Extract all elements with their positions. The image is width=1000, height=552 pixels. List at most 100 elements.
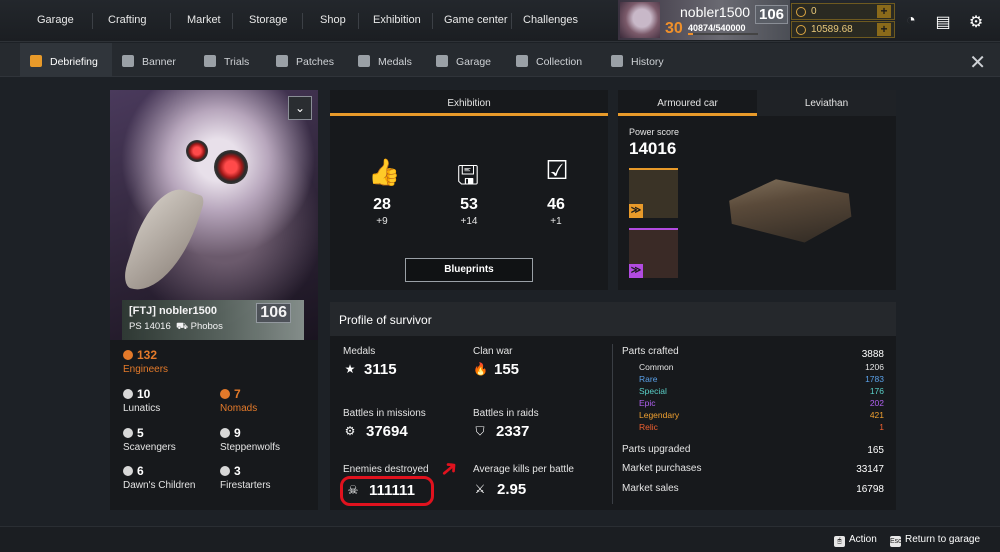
faction-label: Scavengers (123, 442, 176, 453)
rarity-row: Epic 202 (639, 398, 884, 408)
nav-storage[interactable]: Storage (249, 14, 288, 26)
tab-label: Garage (456, 56, 492, 68)
power-score-value: 14016 (629, 139, 677, 158)
credit-icon (796, 25, 806, 35)
stat-delta: +9 (376, 216, 388, 227)
row-value: 165 (867, 445, 884, 456)
banner-name: [FTJ] nobler1500 (129, 305, 218, 317)
annotation-highlight (340, 476, 434, 506)
add-credits-button[interactable]: + (877, 23, 891, 36)
rarity-row: Common 1206 (639, 362, 884, 372)
row-value: 3888 (861, 349, 884, 360)
parts-upgraded-row: Parts upgraded 165 (622, 444, 884, 456)
medals-label: Medals (343, 346, 376, 357)
rarity-value: 421 (869, 410, 884, 420)
return-to-garage-button[interactable]: Esc Return to garage (890, 534, 980, 547)
bottom-bar: 🖱 Action Esc Return to garage (0, 526, 1000, 552)
patch-icon (276, 55, 288, 67)
row-label: Market purchases (622, 463, 702, 474)
nav-market[interactable]: Market (187, 14, 221, 26)
avatar (620, 2, 660, 38)
goggle (214, 150, 248, 184)
banner-level: 106 (256, 303, 291, 323)
blueprints-button[interactable]: Blueprints (405, 258, 533, 282)
rarity-label: Legendary (639, 410, 680, 420)
market-purchases-row: Market purchases 33147 (622, 463, 884, 475)
faction-value: 9 (234, 426, 241, 440)
goggle (186, 140, 208, 162)
steppenwolfs-icon (220, 428, 230, 438)
faction-value: 6 (137, 464, 144, 478)
tab-garage[interactable]: Garage (436, 43, 491, 77)
part-slot[interactable]: ≫ (629, 168, 678, 218)
scavengers-icon (123, 428, 133, 438)
rarity-value: 1 (879, 422, 884, 432)
nav-game-center[interactable]: Game center (444, 14, 508, 26)
stat-value: 53 (460, 196, 478, 213)
faction-steppenwolfs: 9 Steppenwolfs (220, 426, 280, 453)
return-label: Return to garage (905, 534, 981, 545)
tab-collection[interactable]: Collection (516, 43, 582, 77)
tab-medals[interactable]: Medals (358, 43, 412, 77)
faction-dawns-children: 6 Dawn's Children (123, 464, 196, 491)
rarity-label: Relic (639, 422, 658, 432)
close-icon[interactable]: ✕ (969, 50, 986, 75)
rarity-row: Rare 1783 (639, 374, 884, 384)
nav-crafting[interactable]: Crafting (108, 14, 147, 26)
power-score-label: Power score (629, 127, 680, 137)
battles-raids-label: Battles in raids (473, 408, 539, 419)
plague-mask-beak (120, 180, 206, 302)
battles-missions-label: Battles in missions (343, 408, 426, 419)
tab-label: History (631, 56, 664, 68)
nav-garage[interactable]: Garage (37, 14, 74, 26)
nav-challenges[interactable]: Challenges (523, 14, 578, 26)
tab-leviathan[interactable]: Leviathan (757, 90, 896, 116)
stat-likes: 28 +9 (352, 196, 412, 227)
banner-ps: PS 14016 ⛟ Phobos (129, 321, 223, 333)
speedometer-icon[interactable]: ◔ (901, 12, 921, 30)
trials-icon (204, 55, 216, 67)
rarity-value: 1783 (865, 374, 884, 384)
chat-icon[interactable]: ▤ (933, 12, 953, 31)
rarity-label: Common (639, 362, 674, 372)
action-hint[interactable]: 🖱 Action (834, 534, 877, 547)
car-icon: ⛟ (176, 321, 188, 332)
faction-value: 10 (137, 387, 151, 401)
faction-nomads: 7 Nomads (220, 387, 257, 414)
tab-armoured-car[interactable]: Armoured car (618, 90, 757, 116)
tab-history[interactable]: History (611, 43, 664, 77)
faction-label: Firestarters (220, 480, 271, 491)
action-label: Action (849, 534, 877, 545)
tab-label: Trials (224, 56, 250, 68)
tab-trials[interactable]: Trials (204, 43, 249, 77)
gear-icon[interactable]: ⚙ (966, 12, 986, 31)
tab-label: Collection (536, 56, 583, 68)
tab-banner[interactable]: Banner (122, 43, 176, 77)
portrait-dropdown-button[interactable]: ⌄ (288, 96, 312, 120)
rarity-row: Special 176 (639, 386, 884, 396)
add-coins-button[interactable]: + (877, 5, 891, 18)
rarity-value: 176 (869, 386, 884, 396)
rarity-value: 1206 (865, 362, 884, 372)
nav-exhibition[interactable]: Exhibition (373, 14, 421, 26)
tab-debriefing[interactable]: Debriefing (20, 43, 112, 77)
xp-bar-fill (688, 33, 694, 35)
stat-subscribers: 46 +1 (526, 196, 586, 227)
part-slot[interactable]: ≫ (629, 228, 678, 278)
faction-value: 132 (137, 348, 158, 362)
player-card[interactable]: nobler1500 106 30 40874/540000 (618, 0, 790, 40)
tab-patches[interactable]: Patches (276, 43, 334, 77)
parts-crafted-row: Parts crafted 3888 (622, 346, 884, 360)
lunatics-icon (123, 389, 133, 399)
faction-label: Steppenwolfs (220, 442, 281, 453)
coins-value: 0 (811, 6, 817, 17)
tab-label: Medals (378, 56, 412, 68)
tab-exhibition[interactable]: Exhibition (330, 90, 608, 116)
battles-missions-value: 37694 (366, 423, 408, 440)
nav-shop[interactable]: Shop (320, 14, 346, 26)
row-label: Market sales (622, 483, 679, 494)
nav-separator (432, 13, 433, 29)
medals-value: 3115 (364, 361, 397, 378)
user-check-icon: ☑ (545, 155, 569, 185)
nav-separator (511, 13, 512, 29)
